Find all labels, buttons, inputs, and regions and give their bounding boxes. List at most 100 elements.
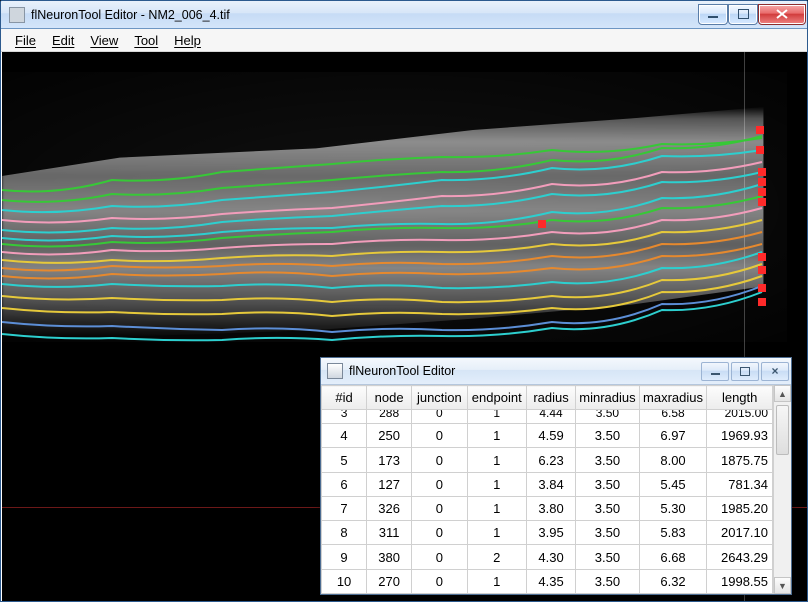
cell: 3.95 (526, 521, 575, 545)
cell: 4 (322, 424, 367, 448)
table-row[interactable]: 6127013.843.505.45781.34 (322, 472, 773, 496)
table-row[interactable]: 8311013.953.505.832017.10 (322, 521, 773, 545)
table-row[interactable]: 5173016.233.508.001875.75 (322, 448, 773, 472)
col-minradius[interactable]: minradius (576, 386, 640, 410)
cell: 1 (467, 496, 526, 520)
cell: 0 (412, 448, 467, 472)
menu-file[interactable]: File (7, 31, 44, 50)
endpoint-marker[interactable] (758, 198, 766, 206)
table-wrap: #id node junction endpoint radius minrad… (321, 385, 791, 594)
child-title-bar[interactable]: flNeuronTool Editor × (321, 358, 791, 385)
fiber-path (2, 136, 762, 202)
child-maximize-button[interactable] (731, 362, 759, 381)
fiber-path (2, 162, 762, 222)
scroll-thumb[interactable] (776, 405, 789, 455)
fiber-path (2, 286, 762, 332)
cell: 6 (322, 472, 367, 496)
cell: 3.50 (576, 569, 640, 593)
table-row[interactable]: 10270014.353.506.321998.55 (322, 569, 773, 593)
col-junction[interactable]: junction (412, 386, 467, 410)
menu-help[interactable]: Help (166, 31, 209, 50)
close-icon: × (771, 366, 778, 376)
cell: 1 (467, 472, 526, 496)
cell: 0 (412, 521, 467, 545)
neuron-table[interactable]: #id node junction endpoint radius minrad… (321, 385, 773, 594)
fiber-path (2, 150, 762, 212)
menu-bar: File Edit View Tool Help (1, 29, 807, 52)
minimize-button[interactable] (699, 5, 727, 24)
scroll-down-button[interactable]: ▼ (774, 577, 791, 594)
cell: 4.59 (526, 424, 575, 448)
endpoint-marker[interactable] (758, 298, 766, 306)
cell: 3.50 (576, 545, 640, 569)
endpoint-marker[interactable] (758, 253, 766, 261)
close-button[interactable] (759, 5, 805, 24)
table-body: 3288014.443.506.582015.004250014.593.506… (322, 410, 773, 594)
cell: 3.50 (576, 521, 640, 545)
fiber-path (2, 292, 762, 340)
child-window[interactable]: flNeuronTool Editor × #id node junction … (320, 357, 792, 595)
fiber-path (2, 220, 762, 263)
cell: 3.84 (526, 472, 575, 496)
child-close-button[interactable]: × (761, 362, 789, 381)
cell: 3.50 (576, 410, 640, 424)
endpoint-marker[interactable] (758, 168, 766, 176)
cell: 1875.75 (707, 448, 773, 472)
cell: 5 (322, 448, 367, 472)
endpoint-marker[interactable] (758, 284, 766, 292)
cell: 1 (467, 521, 526, 545)
fiber-path (2, 196, 762, 246)
cell: 6.32 (639, 569, 707, 593)
cell: 173 (367, 448, 412, 472)
main-title-bar[interactable]: flNeuronTool Editor - NM2_006_4.tif (1, 1, 807, 29)
cell: 1 (467, 424, 526, 448)
endpoint-marker[interactable] (758, 266, 766, 274)
fiber-path (2, 138, 762, 192)
cell: 250 (367, 424, 412, 448)
cell: 4.44 (526, 410, 575, 424)
col-length[interactable]: length (707, 386, 773, 410)
child-minimize-button[interactable] (701, 362, 729, 381)
menu-edit[interactable]: Edit (44, 31, 82, 50)
cell: 1969.93 (707, 424, 773, 448)
col-endpoint[interactable]: endpoint (467, 386, 526, 410)
endpoint-marker[interactable] (756, 146, 764, 154)
table-row[interactable]: 9380024.303.506.682643.29 (322, 545, 773, 569)
cell: 8 (322, 521, 367, 545)
col-radius[interactable]: radius (526, 386, 575, 410)
cell: 7 (322, 496, 367, 520)
cell: 4.35 (526, 569, 575, 593)
table-row[interactable]: 7326013.803.505.301985.20 (322, 496, 773, 520)
cell: 3 (322, 410, 367, 424)
cell: 5.83 (639, 521, 707, 545)
cell: 3.50 (576, 424, 640, 448)
cell: 288 (367, 410, 412, 424)
cell: 3.50 (576, 448, 640, 472)
menu-tool[interactable]: Tool (126, 31, 166, 50)
endpoint-marker[interactable] (538, 220, 546, 228)
fiber-path (2, 184, 762, 240)
scroll-up-button[interactable]: ▲ (774, 385, 791, 402)
endpoint-marker[interactable] (758, 188, 766, 196)
close-icon (776, 9, 788, 19)
col-node[interactable]: node (367, 386, 412, 410)
cell: 6.23 (526, 448, 575, 472)
fiber-path (2, 276, 762, 316)
cell: 2 (467, 545, 526, 569)
cell: 10 (322, 569, 367, 593)
endpoint-marker[interactable] (758, 178, 766, 186)
col-maxradius[interactable]: maxradius (639, 386, 707, 410)
col-id[interactable]: #id (322, 386, 367, 410)
cell: 1998.55 (707, 569, 773, 593)
cell: 127 (367, 472, 412, 496)
tissue-shape (2, 107, 787, 337)
table-row[interactable]: 3288014.443.506.582015.00 (322, 410, 773, 424)
cell: 3.50 (576, 496, 640, 520)
endpoint-marker[interactable] (756, 126, 764, 134)
table-scrollbar[interactable]: ▲ ▼ (773, 385, 791, 594)
cell: 781.34 (707, 472, 773, 496)
cell: 3.80 (526, 496, 575, 520)
maximize-button[interactable] (729, 5, 757, 24)
menu-view[interactable]: View (82, 31, 126, 50)
table-row[interactable]: 4250014.593.506.971969.93 (322, 424, 773, 448)
